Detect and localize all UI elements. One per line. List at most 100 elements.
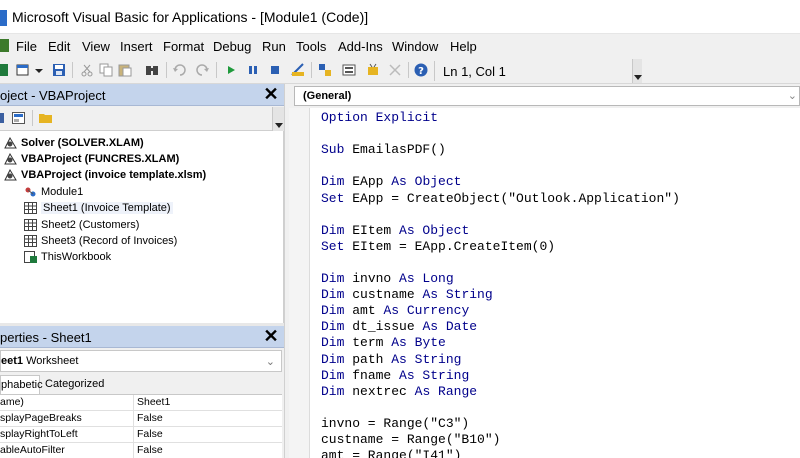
property-value[interactable]: False xyxy=(137,411,163,426)
toolbar-options-button[interactable] xyxy=(632,59,642,83)
tree-item-solver[interactable]: Solver (SOLVER.XLAM) xyxy=(4,135,144,151)
menu-view[interactable]: View xyxy=(82,39,110,54)
code-editor[interactable]: Option Explicit Sub EmailasPDF() Dim EApp … xyxy=(310,108,800,458)
property-value[interactable]: False xyxy=(137,427,163,442)
tab-alphabetic[interactable]: phabetic xyxy=(0,375,43,394)
code-line[interactable]: Dim EApp As Object xyxy=(321,174,461,190)
code-text: EApp = CreateObject("Outlook.Application… xyxy=(352,190,680,206)
close-project-explorer-button[interactable]: ✕ xyxy=(262,84,280,104)
toolbox-icon[interactable] xyxy=(388,63,402,77)
menu-help[interactable]: Help xyxy=(450,39,477,54)
paste-icon[interactable] xyxy=(118,63,132,77)
tree-item-invoice-project[interactable]: VBAProject (invoice template.xlsm) xyxy=(4,167,206,183)
undo-icon[interactable] xyxy=(172,63,186,77)
property-value[interactable]: False xyxy=(137,443,163,458)
reset-icon[interactable] xyxy=(268,63,282,77)
menu-debug[interactable]: Debug xyxy=(213,39,251,54)
property-value[interactable]: Sheet1 xyxy=(137,395,170,410)
code-line[interactable]: Option Explicit xyxy=(321,110,438,126)
code-keyword: Dim xyxy=(321,222,353,238)
code-line[interactable]: Sub EmailasPDF() xyxy=(321,142,446,158)
code-margin[interactable] xyxy=(289,108,310,458)
property-row[interactable]: ableAutoFilter False xyxy=(0,443,282,458)
tree-item-module1[interactable]: Module1 xyxy=(24,184,83,200)
menu-format[interactable]: Format xyxy=(163,39,204,54)
dropdown-arrow-icon[interactable] xyxy=(35,63,43,77)
code-text: amt = Range("I41") xyxy=(321,448,462,458)
toolbar-separator xyxy=(311,62,312,78)
code-line[interactable]: amt = Range("I41") xyxy=(321,448,461,458)
code-line[interactable]: invno = Range("C3") xyxy=(321,416,469,432)
toolbar-separator xyxy=(216,62,217,78)
menu-file[interactable]: File xyxy=(16,39,37,54)
tree-item-thisworkbook[interactable]: ThisWorkbook xyxy=(24,249,111,265)
run-icon[interactable] xyxy=(224,63,238,77)
break-icon[interactable] xyxy=(246,63,260,77)
save-icon[interactable] xyxy=(52,63,66,77)
toggle-folders-icon[interactable] xyxy=(39,112,52,124)
tree-item-sheet1[interactable]: Sheet1 (Invoice Template) xyxy=(24,200,173,216)
chevron-down-icon: ⌄ xyxy=(265,356,275,368)
property-name: ableAutoFilter xyxy=(0,443,134,458)
menu-run[interactable]: Run xyxy=(262,39,286,54)
code-keyword: Dim xyxy=(321,174,353,190)
insert-userform-icon[interactable] xyxy=(16,63,30,77)
properties-object-select[interactable]: eet1 Worksheet ⌄ xyxy=(0,350,282,372)
menu-edit[interactable]: Edit xyxy=(48,39,70,54)
properties-title: perties - Sheet1 xyxy=(0,330,92,345)
design-mode-icon[interactable] xyxy=(291,63,305,77)
menu-insert[interactable]: Insert xyxy=(120,39,153,54)
code-line[interactable]: Dim custname As String xyxy=(321,287,493,303)
find-icon[interactable] xyxy=(145,63,159,77)
code-keyword: As Range xyxy=(414,383,478,399)
code-keyword: Option Explicit xyxy=(321,110,439,125)
selected-object: eet1 Worksheet xyxy=(1,355,78,367)
close-properties-button[interactable]: ✕ xyxy=(262,326,280,346)
code-line[interactable]: Dim fname As String xyxy=(321,368,469,384)
view-code-icon[interactable] xyxy=(0,112,5,124)
menu-tools[interactable]: Tools xyxy=(296,39,326,54)
code-line[interactable]: Dim EItem As Object xyxy=(321,223,469,239)
tree-item-label: Sheet2 (Customers) xyxy=(41,219,140,231)
excel-icon[interactable] xyxy=(0,39,9,52)
menu-window[interactable]: Window xyxy=(392,39,438,54)
tree-item-funcres[interactable]: VBAProject (FUNCRES.XLAM) xyxy=(4,151,179,167)
property-row[interactable]: ame) Sheet1 xyxy=(0,395,282,411)
tree-item-sheet3[interactable]: Sheet3 (Record of Invoices) xyxy=(24,233,177,249)
object-dropdown[interactable]: (General) ⌄ xyxy=(294,86,800,106)
tree-item-label: ThisWorkbook xyxy=(41,251,112,263)
project-explorer-scroll[interactable] xyxy=(272,107,284,131)
code-line[interactable]: Dim term As Byte xyxy=(321,335,446,351)
object-browser-icon[interactable] xyxy=(366,63,380,77)
code-line[interactable]: custname = Range("B10") xyxy=(321,432,500,448)
view-excel-icon[interactable] xyxy=(0,63,14,77)
property-name: ame) xyxy=(0,395,134,410)
code-text: term xyxy=(352,335,392,351)
code-text: amt xyxy=(352,303,384,319)
code-line[interactable]: Dim path As String xyxy=(321,352,461,368)
menu-addins[interactable]: Add-Ins xyxy=(338,39,383,54)
cut-icon[interactable] xyxy=(80,63,94,77)
code-line[interactable]: Dim dt_issue As Date xyxy=(321,319,477,335)
vba-project-icon xyxy=(4,169,17,181)
tab-categorized[interactable]: Categorized xyxy=(41,375,108,394)
code-keyword: As Date xyxy=(422,319,478,335)
code-line[interactable]: Dim nextrec As Range xyxy=(321,384,477,400)
code-line[interactable]: Set EApp = CreateObject("Outlook.Applica… xyxy=(321,191,680,207)
code-line[interactable]: Dim invno As Long xyxy=(321,271,454,287)
properties-window-icon[interactable] xyxy=(342,63,356,77)
redo-icon[interactable] xyxy=(196,63,210,77)
tree-item-sheet2[interactable]: Sheet2 (Customers) xyxy=(24,217,139,233)
code-line[interactable]: Set EItem = EApp.CreateItem(0) xyxy=(321,239,555,255)
view-object-icon[interactable] xyxy=(12,112,25,124)
project-explorer-icon[interactable] xyxy=(318,63,332,77)
code-line[interactable]: Dim amt As Currency xyxy=(321,303,469,319)
module-icon xyxy=(25,187,36,197)
menu-bar: File Edit View Insert Format Debug Run T… xyxy=(0,34,800,58)
property-row[interactable]: splayPageBreaks False xyxy=(0,411,282,427)
toolbar-separator xyxy=(72,62,73,78)
code-text: custname = Range("B10") xyxy=(321,432,501,447)
property-row[interactable]: splayRightToLeft False xyxy=(0,427,282,443)
help-icon[interactable]: ? xyxy=(414,63,428,77)
copy-icon[interactable] xyxy=(99,63,113,77)
